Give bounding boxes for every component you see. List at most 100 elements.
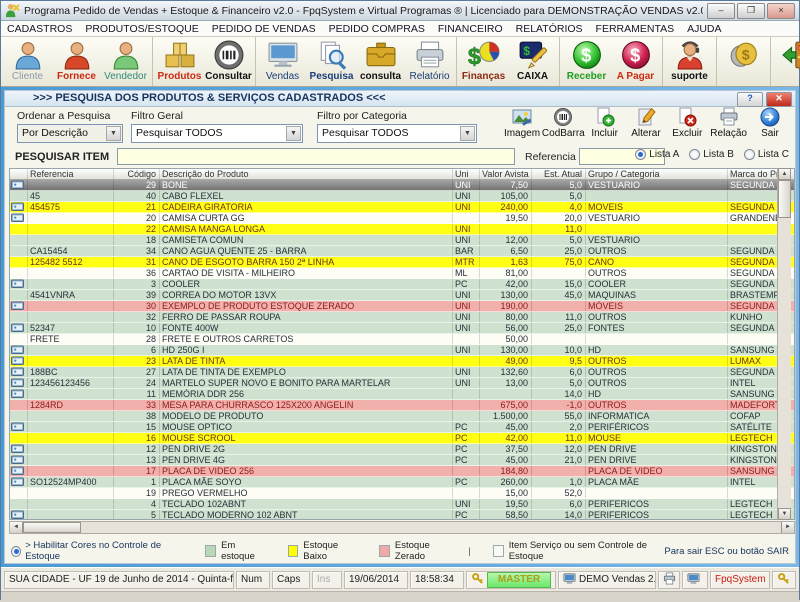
scroll-up-icon[interactable]: ▲ — [778, 168, 791, 180]
table-row[interactable]: 125482 5512 31 CANO DE ESGOTO BARRA 150 … — [10, 257, 794, 268]
cell-valor-avista: 19,50 — [480, 499, 532, 509]
table-row[interactable]: SO12524MP400 1 PLACA MÃE SOYO PC 260,00 … — [10, 477, 794, 488]
order-combobox[interactable]: Por Descrição▼ — [17, 124, 123, 143]
table-row[interactable]: 23 LATA DE TINTA 49,00 9,5 OUTROS LUMAX — [10, 356, 794, 367]
table-row[interactable]: 29 BONE UNI 7,50 5,0 VESTUARIO SEGUNDA — [10, 180, 794, 191]
menu-item-ajuda[interactable]: AJUDA — [687, 23, 721, 35]
menu-item-pedido-de-vendas[interactable]: PEDIDO DE VENDAS — [212, 23, 316, 35]
panel-close-icon[interactable]: ✕ — [766, 92, 792, 107]
toolbar-pesquisa-button[interactable]: Pesquisa — [307, 38, 356, 85]
table-row[interactable]: 17 PLACA DE VIDEO 256 184,80 PLACA DE VI… — [10, 466, 794, 477]
sair-button[interactable]: Sair — [750, 107, 790, 145]
table-row[interactable]: 19 PREGO VERMELHO 15,00 52,0 — [10, 488, 794, 499]
toolbar-finan-as-button[interactable]: $ Finanças — [459, 38, 508, 85]
table-row[interactable]: 32 FERRO DE PASSAR ROUPA UNI 80,00 11,0 … — [10, 312, 794, 323]
rela-o-button[interactable]: Relação — [709, 107, 749, 145]
scroll-left-icon[interactable]: ◄ — [10, 522, 23, 533]
close-icon[interactable]: × — [767, 3, 795, 19]
table-row[interactable]: 6 HD 250G I UNI 130,00 10,0 HD SANSUNG — [10, 345, 794, 356]
column-header-est-atual[interactable]: Est. Atual — [532, 169, 586, 179]
menu-item-produtos-estoque[interactable]: PRODUTOS/ESTOQUE — [85, 23, 198, 35]
toolbar-fornece-button[interactable]: Fornece — [52, 38, 101, 85]
table-row[interactable]: 3 COOLER PC 42,00 15,0 COOLER SEGUNDA L — [10, 279, 794, 290]
toolbar-coin-button[interactable]: $ — [719, 38, 768, 85]
table-row[interactable]: 45 40 CABO FLEXEL UNI 105,00 5,0 — [10, 191, 794, 202]
toolbar-relat-rio-button[interactable]: Relatório — [405, 38, 454, 85]
scroll-right-icon[interactable]: ► — [781, 522, 794, 533]
menu-item-ferramentas[interactable]: FERRAMENTAS — [596, 23, 675, 35]
table-row[interactable]: 52347 10 FONTE 400W UNI 56,00 25,0 FONTE… — [10, 323, 794, 334]
table-row[interactable]: 15 MOUSE OPTICO PC 45,00 2,0 PERIFÉRICOS… — [10, 422, 794, 433]
chevron-down-icon[interactable]: ▼ — [460, 126, 475, 141]
table-row[interactable]: 12 PEN DRIVE 2G PC 37,50 12,0 PEN DRIVE … — [10, 444, 794, 455]
menu-item-relat-rios[interactable]: RELATÓRIOS — [516, 23, 583, 35]
imagem-button[interactable]: Imagem — [502, 107, 542, 145]
scroll-thumb[interactable] — [778, 180, 791, 218]
table-row[interactable]: 22 CAMISA MANGA LONGA UNI 11,0 — [10, 224, 794, 235]
alterar-button[interactable]: Alterar — [626, 107, 666, 145]
category-filter-combobox[interactable]: Pesquisar TODOS▼ — [317, 124, 477, 143]
table-row[interactable]: CA15454 34 CANO AGUA QUENTE 25 - BARRA B… — [10, 246, 794, 257]
column-header-referencia[interactable]: Referencia — [28, 169, 114, 179]
cell-descricao: CANO DE ESGOTO BARRA 150 2ª LINHA — [160, 257, 453, 267]
incluir-button[interactable]: Incluir — [585, 107, 625, 145]
menu-item-pedido-compras[interactable]: PEDIDO COMPRAS — [329, 23, 425, 35]
toolbar-cliente-button[interactable]: Cliente — [3, 38, 52, 85]
enable-colors-radio[interactable] — [11, 546, 21, 557]
toolbar-suporte-button[interactable]: suporte — [665, 38, 714, 85]
table-row[interactable]: 5 TECLADO MODERNO 102 ABNT PC 58,50 14,0… — [10, 510, 794, 520]
excluir-button[interactable]: Excluir — [667, 107, 707, 145]
table-row[interactable]: 16 MOUSE SCROOL PC 42,00 11,0 MOUSE LEGT… — [10, 433, 794, 444]
minimize-icon[interactable]: – — [707, 3, 735, 19]
table-row[interactable]: 188BC 27 LATA DE TINTA DE EXEMPLO UNI 13… — [10, 367, 794, 378]
codbarra-button[interactable]: CodBarra — [543, 107, 583, 145]
maximize-icon[interactable]: ❐ — [737, 3, 765, 19]
toolbar-receber-button[interactable]: $ Receber — [562, 38, 611, 85]
toolbar-exit-door-button[interactable]: EXIT — [773, 38, 800, 85]
column-header-c-digo[interactable]: Código — [114, 169, 160, 179]
toolbar-vendedor-button[interactable]: Vendedor — [101, 38, 150, 85]
toolbar-caixa-button[interactable]: $ CAIXA — [508, 38, 557, 85]
table-row[interactable]: 36 CARTAO DE VISITA - MILHEIRO ML 81,00 … — [10, 268, 794, 279]
table-row[interactable]: 454575 21 CADEIRA GIRATORIA UNI 240,00 4… — [10, 202, 794, 213]
toolbar-consulta-button[interactable]: consulta — [356, 38, 405, 85]
radio-lista-c[interactable]: Lista C — [744, 149, 789, 160]
horizontal-scrollbar[interactable]: ◄ ► — [9, 521, 795, 534]
radio-lista-a[interactable]: Lista A — [635, 149, 679, 160]
table-row[interactable]: 13 PEN DRIVE 4G PC 45,00 21,0 PEN DRIVE … — [10, 455, 794, 466]
menu-item-cadastros[interactable]: CADASTROS — [7, 23, 72, 35]
table-row[interactable]: 4 TECLADO 102ABNT UNI 19,50 6,0 PERIFERI… — [10, 499, 794, 510]
general-filter-combobox[interactable]: Pesquisar TODOS▼ — [131, 124, 303, 143]
cell-estoque-atual: 25,0 — [532, 246, 586, 256]
search-input[interactable] — [117, 148, 515, 165]
help-icon[interactable]: ? — [737, 92, 763, 107]
chevron-down-icon[interactable]: ▼ — [106, 126, 121, 141]
column-header-valor-avista[interactable]: Valor Avista — [480, 169, 532, 179]
column-header-descri-o-do-produto[interactable]: Descrição do Produto — [160, 169, 453, 179]
table-row[interactable]: 123456123456 24 MARTELO SUPER NOVO E BON… — [10, 378, 794, 389]
table-row[interactable]: 4541VNRA 39 CORREA DO MOTOR 13VX UNI 130… — [10, 290, 794, 301]
radio-icon[interactable] — [689, 149, 700, 160]
toolbar-vendas-button[interactable]: Vendas — [258, 38, 307, 85]
radio-icon[interactable] — [744, 149, 755, 160]
radio-icon[interactable] — [635, 149, 646, 160]
table-row[interactable]: 18 CAMISETA COMUN UNI 12,00 5,0 VESTUARI… — [10, 235, 794, 246]
scroll-thumb[interactable] — [23, 522, 81, 533]
column-header-grupo-categoria[interactable]: Grupo / Categoria — [586, 169, 728, 179]
radio-lista-b[interactable]: Lista B — [689, 149, 734, 160]
table-row[interactable]: 38 MODELO DE PRODUTO 1.500,00 55,0 INFOR… — [10, 411, 794, 422]
table-row[interactable]: 1284RD 33 MESA PARA CHURRASCO 125X200 AN… — [10, 400, 794, 411]
toolbar-produtos-button[interactable]: Produtos — [155, 38, 204, 85]
menu-item-financeiro[interactable]: FINANCEIRO — [438, 23, 503, 35]
table-row[interactable]: 20 CAMISA CURTA GG 19,50 20,0 VESTUARIO … — [10, 213, 794, 224]
chevron-down-icon[interactable]: ▼ — [286, 126, 301, 141]
column-header-icon[interactable] — [10, 169, 28, 179]
scroll-down-icon[interactable]: ▼ — [778, 508, 791, 520]
table-row[interactable]: FRETE 28 FRETE E OUTROS CARRETOS 50,00 — [10, 334, 794, 345]
toolbar-consultar-button[interactable]: Consultar — [204, 38, 253, 85]
column-header-uni[interactable]: Uni — [453, 169, 480, 179]
table-row[interactable]: 30 EXEMPLO DE PRODUTO ESTOQUE ZERADO UNI… — [10, 301, 794, 312]
vertical-scrollbar[interactable]: ▲ ▼ — [777, 168, 791, 520]
table-row[interactable]: 11 MEMÓRIA DDR 256 14,0 HD SANSUNG — [10, 389, 794, 400]
toolbar-a-pagar-button[interactable]: $ A Pagar — [611, 38, 660, 85]
